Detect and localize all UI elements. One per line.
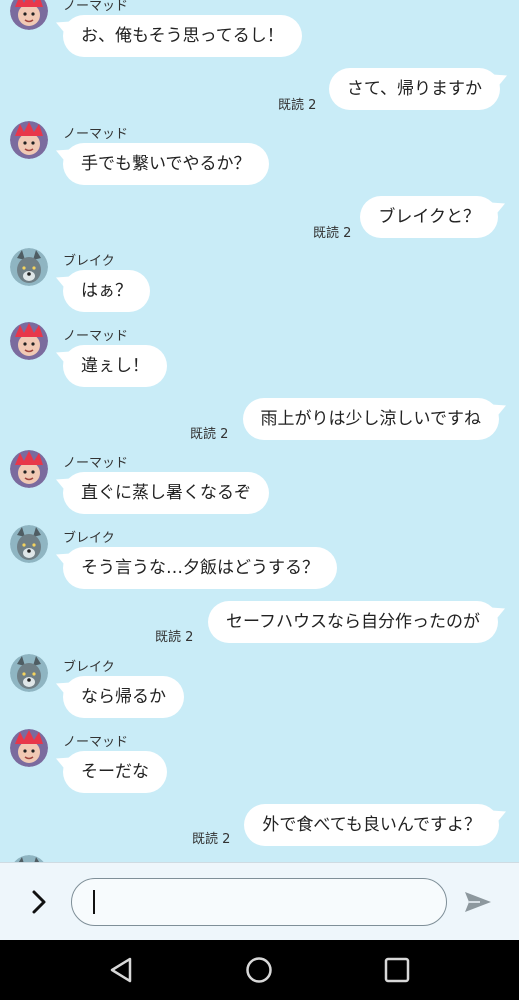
message-input-bar [0,862,519,940]
message-bubble[interactable]: お、俺もそう思ってるし！ [63,15,302,57]
send-icon [465,892,491,912]
nav-recents-icon [384,957,410,983]
sender-name: ノーマッド [63,127,129,142]
message-bubble[interactable]: 雨上がりは少し涼しいですね [242,398,499,440]
nomad-avatar[interactable] [10,450,48,488]
text-caret [93,890,95,914]
nomad-avatar[interactable] [10,0,48,30]
blake-avatar[interactable] [10,525,48,563]
expand-button[interactable] [22,885,56,919]
nav-recents-button[interactable] [380,953,414,987]
send-button[interactable] [462,888,494,916]
chevron-right-icon [32,890,46,914]
message-bubble[interactable]: 手でも繋いでやるか？ [63,143,269,185]
message-bubble[interactable]: 直ぐに蒸し暑くなるぞ [63,472,269,514]
sender-name: ノーマッド [63,0,129,14]
nav-back-button[interactable] [104,953,138,987]
sender-name: ノーマッド [63,735,129,750]
message-bubble[interactable]: そう言うな…夕飯はどうする？ [63,547,337,589]
sender-name: ノーマッド [63,456,129,471]
message-bubble[interactable]: 違ぇし！ [63,345,167,387]
read-receipt: 既読 2 [313,226,352,241]
message-bubble[interactable]: なら帰るか [63,676,184,718]
read-receipt: 既読 2 [278,98,317,113]
read-receipt: 既読 2 [155,630,194,645]
system-nav-bar [0,940,519,1000]
blake-avatar[interactable] [10,855,48,862]
sender-name: ブレイク [63,660,115,675]
message-bubble[interactable]: さて、帰りますか [328,68,500,110]
message-bubble[interactable]: そーだな [63,751,167,793]
blake-avatar[interactable] [10,654,48,692]
sender-name: ブレイク [63,531,115,546]
nomad-avatar[interactable] [10,322,48,360]
sender-name: ノーマッド [63,329,129,344]
message-bubble[interactable]: セーフハウスなら自分作ったのが [208,601,498,643]
message-bubble[interactable]: はぁ？ [63,270,150,312]
nav-back-icon [110,957,132,983]
message-bubble[interactable]: ブレイクと？ [360,196,498,238]
nomad-avatar[interactable] [10,121,48,159]
sender-name: ブレイク [63,254,115,269]
read-receipt: 既読 2 [190,427,229,442]
nav-home-icon [246,957,272,983]
nomad-avatar[interactable] [10,729,48,767]
nav-home-button[interactable] [242,953,276,987]
read-receipt: 既読 2 [192,832,231,847]
chat-area[interactable]: ノーマッド お、俺もそう思ってるし！ 既読 2 さて、帰りますか ノーマッド 手… [0,0,519,862]
blake-avatar[interactable] [10,248,48,286]
message-bubble[interactable]: 外で食べても良いんですよ？ [244,804,499,846]
message-input[interactable] [71,878,447,926]
